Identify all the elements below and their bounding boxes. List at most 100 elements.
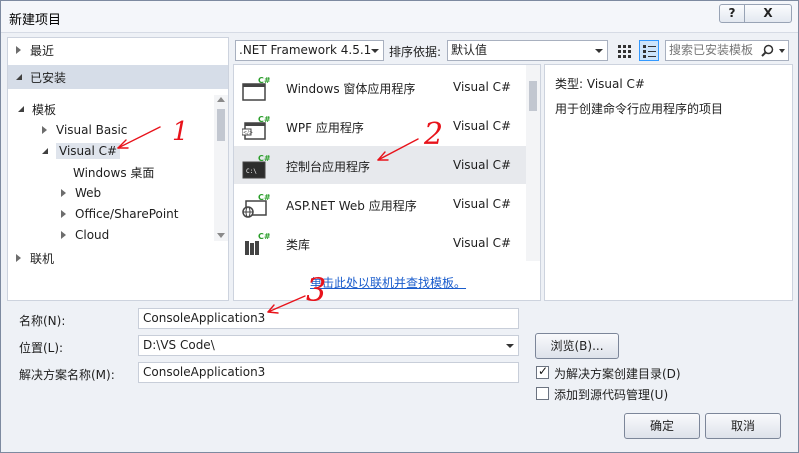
template-language: Visual C#	[453, 119, 512, 133]
tree-item-windows-desktop[interactable]: Windows 桌面	[73, 162, 154, 182]
tree-item-label: 模板	[32, 102, 57, 117]
section-recent[interactable]: 最近	[8, 38, 228, 62]
scroll-thumb[interactable]	[529, 81, 537, 111]
chevron-down-icon	[595, 49, 603, 53]
source-control-label: 添加到源代码管理(U)	[554, 388, 669, 402]
detail-type-value: Visual C#	[586, 77, 645, 91]
class-library-icon: C#	[245, 232, 270, 255]
location-value: D:\VS Code\	[143, 338, 215, 352]
wpf-icon: C# </>	[242, 115, 270, 140]
framework-select[interactable]: .NET Framework 4.5.1	[235, 40, 384, 61]
collapsed-arrow-icon	[42, 126, 47, 134]
template-row-wpf[interactable]: C# </> WPF 应用程序 Visual C#	[234, 107, 526, 145]
section-installed[interactable]: 已安装	[8, 65, 228, 89]
cancel-button[interactable]: 取消	[705, 413, 781, 439]
tree-item-visual-basic[interactable]: Visual Basic	[42, 120, 127, 140]
tree-item-web[interactable]: Web	[61, 183, 101, 203]
template-name: 控制台应用程序	[286, 160, 371, 174]
template-language: Visual C#	[453, 197, 512, 211]
svg-text:C#: C#	[258, 232, 270, 241]
chevron-down-icon	[371, 49, 379, 53]
expanded-arrow-icon	[16, 74, 22, 80]
location-label: 位置(L):	[19, 341, 64, 355]
svg-text:</>: </>	[243, 130, 253, 136]
collapsed-arrow-icon	[61, 189, 66, 197]
template-row-windows-forms[interactable]: C# Windows 窗体应用程序 Visual C#	[234, 68, 526, 106]
collapsed-arrow-icon	[16, 46, 21, 54]
name-label: 名称(N):	[19, 314, 66, 328]
title-bar: 新建项目 ? X	[1, 1, 798, 33]
search-icon[interactable]	[761, 44, 774, 57]
template-name: ASP.NET Web 应用程序	[286, 199, 417, 213]
web-app-icon: C#	[242, 193, 270, 218]
template-row-aspnet[interactable]: C# ASP.NET Web 应用程序 Visual C#	[234, 185, 526, 223]
tree-item-label: Visual Basic	[56, 123, 128, 137]
template-list-scrollbar[interactable]	[526, 65, 540, 261]
template-name: WPF 应用程序	[286, 121, 364, 135]
tree-item-cloud[interactable]: Cloud	[61, 225, 109, 240]
tree-item-office-sharepoint[interactable]: Office/SharePoint	[61, 204, 179, 224]
window-title: 新建项目	[9, 13, 62, 28]
collapsed-arrow-icon	[16, 254, 21, 262]
windows-forms-icon: C#	[242, 76, 270, 101]
tree-item-label: Visual C#	[56, 143, 121, 159]
solution-name-label: 解决方案名称(M):	[19, 368, 115, 382]
ok-button[interactable]: 确定	[624, 413, 700, 439]
list-view-icon	[643, 44, 656, 58]
close-button[interactable]: X	[744, 4, 792, 23]
detail-type: 类型: Visual C#	[555, 75, 645, 92]
tree-item-templates[interactable]: 模板	[18, 99, 56, 119]
template-row-class-library[interactable]: C# 类库 Visual C#	[234, 224, 526, 262]
template-row-console[interactable]: C# C:\ 控制台应用程序 Visual C#	[234, 146, 526, 184]
section-recent-label: 最近	[30, 43, 55, 58]
detail-type-label: 类型:	[555, 77, 584, 91]
template-language: Visual C#	[453, 236, 512, 250]
sort-select[interactable]: 默认值	[447, 40, 608, 61]
template-search-input[interactable]: 搜索已安装模板	[665, 40, 789, 61]
console-icon: C# C:\	[242, 154, 270, 179]
scroll-down-icon[interactable]	[217, 233, 225, 238]
template-language: Visual C#	[453, 80, 512, 94]
collapsed-arrow-icon	[61, 210, 66, 218]
expanded-arrow-icon	[42, 148, 48, 154]
search-placeholder: 搜索已安装模板	[669, 43, 754, 57]
template-name: Windows 窗体应用程序	[286, 82, 416, 96]
tree-item-visual-csharp[interactable]: Visual C#	[42, 141, 121, 161]
template-name: 类库	[286, 238, 311, 252]
search-options-icon[interactable]	[779, 49, 785, 53]
create-directory-label: 为解决方案创建目录(D)	[554, 367, 681, 381]
sort-value: 默认值	[451, 43, 488, 57]
tree-item-label: Cloud	[75, 228, 110, 240]
framework-value: .NET Framework 4.5.1	[239, 43, 372, 57]
chevron-down-icon[interactable]	[506, 344, 514, 348]
scroll-up-icon[interactable]	[217, 97, 225, 102]
template-tree: 模板 Visual Basic Visual C# Windows 桌面 Web…	[8, 95, 216, 240]
help-button[interactable]: ?	[719, 4, 745, 23]
browse-button[interactable]: 浏览(B)...	[535, 333, 619, 359]
new-project-dialog: 新建项目 ? X 最近 已安装 模板 Visual Basic Visual C…	[0, 0, 799, 453]
grid-view-icon	[618, 44, 631, 58]
svg-text:C:\: C:\	[246, 168, 257, 175]
grid-view-button[interactable]	[614, 40, 634, 61]
create-directory-checkbox[interactable]	[536, 364, 549, 379]
project-name-input[interactable]: ConsoleApplication3	[138, 308, 519, 329]
detail-description: 用于创建命令行应用程序的项目	[555, 102, 724, 116]
tree-item-label: Windows 桌面	[73, 165, 155, 180]
tree-scrollbar[interactable]	[214, 95, 228, 241]
scroll-thumb[interactable]	[217, 109, 225, 141]
list-view-button[interactable]	[639, 40, 659, 61]
template-detail-panel: 类型: Visual C# 用于创建命令行应用程序的项目	[544, 64, 793, 301]
sort-label: 排序依据:	[389, 45, 442, 59]
find-templates-online-link[interactable]: 单击此处以联机并查找模板。	[310, 274, 466, 291]
location-input[interactable]: D:\VS Code\	[138, 335, 519, 356]
solution-name-input[interactable]: ConsoleApplication3	[138, 362, 519, 383]
template-list: C# Windows 窗体应用程序 Visual C# C# </> WPF 应…	[233, 64, 541, 301]
tree-item-label: Web	[75, 186, 102, 200]
collapsed-arrow-icon	[61, 231, 66, 239]
expanded-arrow-icon	[18, 106, 24, 112]
section-online[interactable]: 联机	[8, 246, 228, 270]
source-control-checkbox[interactable]	[536, 387, 549, 400]
template-category-panel: 最近 已安装 模板 Visual Basic Visual C# Windows…	[7, 37, 229, 301]
tree-item-label: Office/SharePoint	[75, 207, 179, 221]
section-online-label: 联机	[30, 251, 55, 266]
